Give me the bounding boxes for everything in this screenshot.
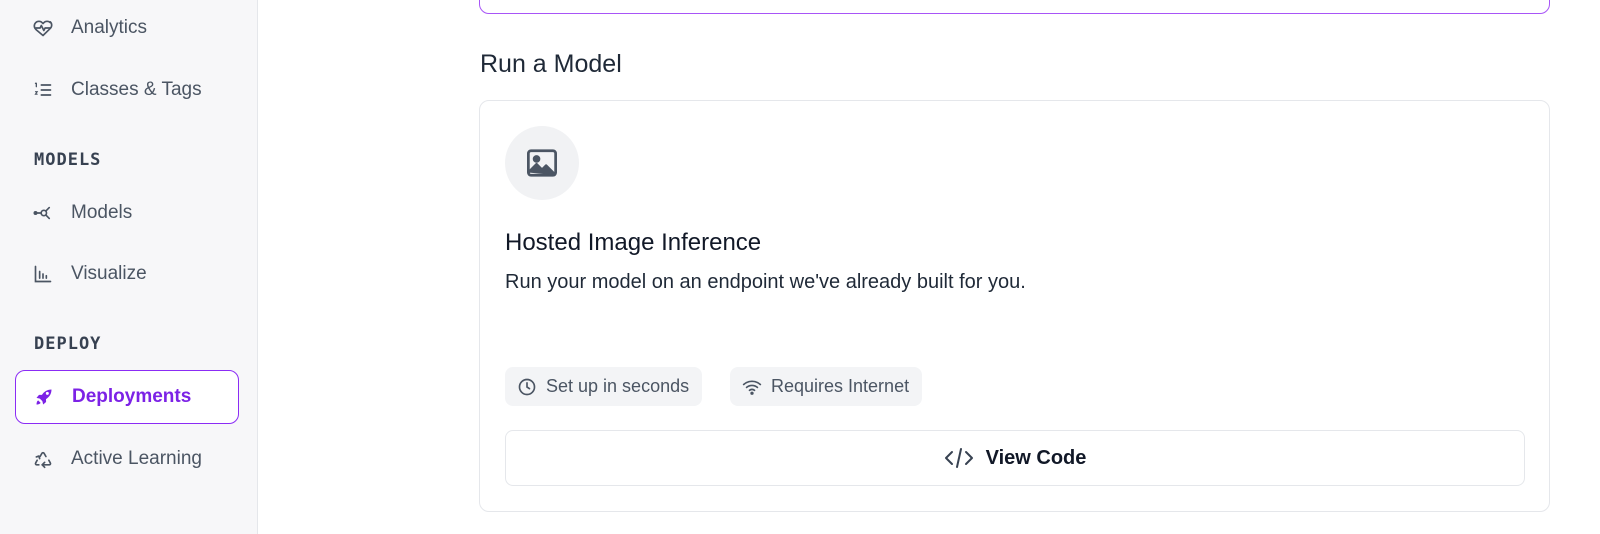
wifi-icon xyxy=(742,377,762,397)
sidebar-item-visualize[interactable]: Visualize xyxy=(15,247,239,301)
sidebar-item-classes-tags[interactable]: Classes & Tags xyxy=(15,63,239,117)
chip-label: Requires Internet xyxy=(771,376,910,396)
view-code-button[interactable]: View Code xyxy=(505,430,1525,486)
sidebar-item-label: Models xyxy=(71,202,133,223)
hosted-inference-card: Hosted Image Inference Run your model on… xyxy=(479,100,1550,512)
card-title: Hosted Image Inference xyxy=(505,229,762,256)
setup-time-badge: Set up in seconds xyxy=(505,367,703,406)
image-icon xyxy=(505,126,579,200)
sidebar: Analytics Classes & Tags MODELS Models V… xyxy=(0,0,258,534)
network-nodes-icon xyxy=(32,202,54,224)
sidebar-item-label: Deployments xyxy=(72,386,192,407)
card-description: Run your model on an endpoint we've alre… xyxy=(505,271,1026,293)
recycle-icon xyxy=(32,448,54,470)
rocket-icon xyxy=(33,386,55,408)
sidebar-item-label: Analytics xyxy=(71,17,148,38)
previous-card xyxy=(479,0,1550,14)
chip-label: Set up in seconds xyxy=(546,376,690,396)
section-heading-models: MODELS xyxy=(34,150,102,170)
heart-pulse-icon xyxy=(32,17,54,39)
sidebar-item-active-learning[interactable]: Active Learning xyxy=(15,432,239,486)
sidebar-item-label: Classes & Tags xyxy=(71,79,202,100)
sidebar-item-label: Visualize xyxy=(71,263,147,284)
sidebar-item-models[interactable]: Models xyxy=(15,186,239,240)
clock-icon xyxy=(517,377,537,397)
numbered-list-icon xyxy=(32,79,54,101)
view-code-label: View Code xyxy=(985,446,1087,469)
section-title: Run a Model xyxy=(480,50,622,78)
sidebar-item-label: Active Learning xyxy=(71,448,202,469)
sidebar-item-deployments[interactable]: Deployments xyxy=(15,370,239,424)
bar-chart-icon xyxy=(32,263,54,285)
code-icon xyxy=(944,447,974,469)
internet-required-badge: Requires Internet xyxy=(730,367,923,406)
sidebar-item-analytics[interactable]: Analytics xyxy=(15,1,239,55)
section-heading-deploy: DEPLOY xyxy=(34,334,102,354)
